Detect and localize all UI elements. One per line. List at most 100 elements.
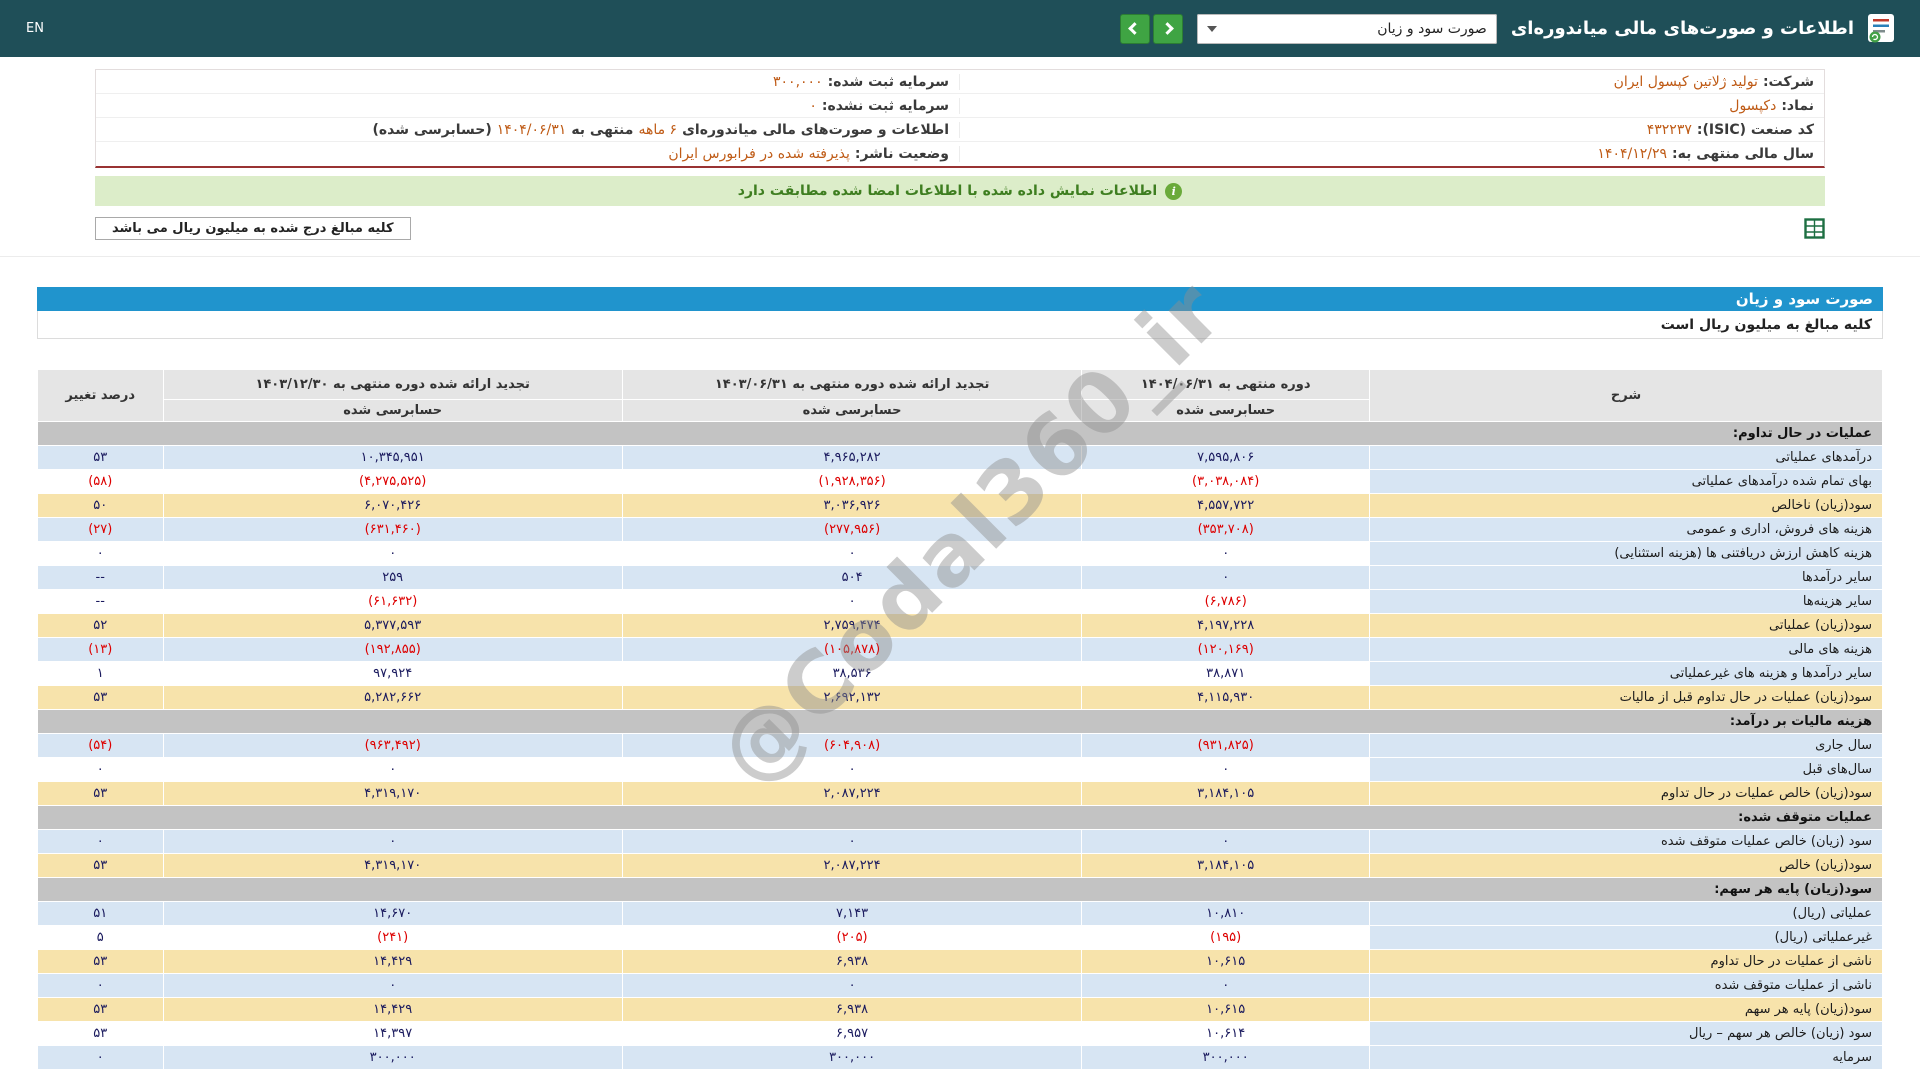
value-change-percent: -- xyxy=(37,589,164,614)
value-period-prior: (۲۰۵) xyxy=(621,925,1083,950)
previous-statement-button[interactable] xyxy=(1119,13,1150,44)
section-label: عملیات متوقف شده: xyxy=(37,805,1883,830)
value-period-current: ۱۰,۶۱۴ xyxy=(1081,1021,1371,1046)
statement-row: سایر درآمدها و هزینه های غیرعملیاتی ۳۸,۸۷… xyxy=(37,661,1883,686)
value-period-annual: ۳۰۰,۰۰۰ xyxy=(162,1045,623,1070)
info-value: ۰ xyxy=(809,97,817,114)
value-period-current: ۰ xyxy=(1081,757,1371,782)
value-period-annual: (۲۴۱) xyxy=(162,925,623,950)
statement-row: ناشی از عملیات متوقف شده ۰ ۰ ۰ ۰ xyxy=(37,973,1883,998)
value-period-current: ۱۰,۶۱۵ xyxy=(1081,949,1371,974)
row-label: سایر درآمدها و هزینه های غیرعملیاتی xyxy=(1369,661,1883,686)
statement-table-body: عملیات در حال تداوم: درآمدهای عملیاتی ۷,۵۹… xyxy=(37,421,1883,1070)
value-change-percent: ۵۳ xyxy=(37,1021,164,1046)
value-period-annual: ۵,۲۸۲,۶۶۲ xyxy=(162,685,623,710)
company-info-left-cell: سرمایه ثبت شده: ۳۰۰,۰۰۰ xyxy=(96,73,960,90)
info-label: سرمایه ثبت شده: xyxy=(827,73,949,90)
company-info-section: شرکت: تولید ژلاتین کپسول ایران سرمایه ثبت … xyxy=(95,69,1825,168)
value-change-percent: ۱ xyxy=(37,661,164,686)
info-label: سرمایه ثبت نشده: xyxy=(821,97,949,114)
row-label: هزینه کاهش ارزش دریافتنی ها (هزینه استثن… xyxy=(1369,541,1883,566)
row-label: سایر هزینه‌ها xyxy=(1369,589,1883,614)
value-period-annual: ۶,۰۷۰,۴۲۶ xyxy=(162,493,623,518)
row-label: سود(زیان) عملیات در حال تداوم قبل از مال… xyxy=(1369,685,1883,710)
value-change-percent: ۵۳ xyxy=(37,781,164,806)
excel-export-icon xyxy=(1804,217,1825,239)
value-period-current: ۰ xyxy=(1081,829,1371,854)
statement-title-bar: صورت سود و زیان xyxy=(37,287,1883,311)
company-info-row: شرکت: تولید ژلاتین کپسول ایران سرمایه ثبت … xyxy=(96,70,1824,94)
value-period-current: (۳,۰۳۸,۰۸۴) xyxy=(1081,469,1371,494)
info-value: تولید ژلاتین کپسول ایران xyxy=(1613,73,1758,90)
info-value: ۱۴۰۴/۰۶/۳۱ xyxy=(496,121,567,138)
header-left-group: EN xyxy=(26,21,44,36)
statement-row: سود (زیان) خالص هر سهم – ریال ۱۰,۶۱۴ ۶,۹۵۷… xyxy=(37,1021,1883,1046)
value-period-annual: ۱۴,۳۹۷ xyxy=(162,1021,623,1046)
value-change-percent: ۵۲ xyxy=(37,613,164,638)
header-audited-current: حسابرسی شده xyxy=(1081,399,1371,422)
statement-row: بهای تمام شده درآمدهای عملیاتی (۳,۰۳۸,۰۸۴… xyxy=(37,469,1883,494)
header-period-prior: تجدید ارائه شده دوره منتهی به ۱۴۰۳/۰۶/۳۱ xyxy=(621,369,1083,400)
value-period-annual: (۶۳۱,۴۶۰) xyxy=(162,517,623,542)
section-label: سود(زیان) پایه هر سهم: xyxy=(37,877,1883,902)
statement-row: سود (زیان) خالص عملیات متوقف شده ۰ ۰ ۰ ۰ xyxy=(37,829,1883,854)
value-period-current: ۰ xyxy=(1081,565,1371,590)
info-value: ۱۴۰۴/۱۲/۲۹ xyxy=(1597,146,1667,162)
income-statement-section: صورت سود و زیان کلیه مبالغ به میلیون ریا… xyxy=(37,262,1883,1070)
signed-data-banner-text: اطلاعات نمایش داده شده با اطلاعات امضا ش… xyxy=(737,183,1158,199)
value-period-current: (۹۳۱,۸۲۵) xyxy=(1081,733,1371,758)
row-label: ناشی از عملیات در حال تداوم xyxy=(1369,949,1883,974)
value-period-prior: ۶,۹۵۷ xyxy=(621,1021,1083,1046)
value-change-percent: ۵ xyxy=(37,925,164,950)
chevron-down-icon xyxy=(1206,25,1217,32)
company-info-right-cell: سال مالی منتهی به: ۱۴۰۴/۱۲/۲۹ xyxy=(960,146,1824,162)
statement-row: ناشی از عملیات در حال تداوم ۱۰,۶۱۵ ۶,۹۳۸ ۱۴… xyxy=(37,949,1883,974)
row-label: هزینه های فروش، اداری و عمومی xyxy=(1369,517,1883,542)
value-period-current: ۰ xyxy=(1081,541,1371,566)
value-period-current: (۳۵۳,۷۰۸) xyxy=(1081,517,1371,542)
info-label: (حسابرسی شده) xyxy=(372,121,492,138)
value-period-prior: ۲,۶۹۲,۱۳۲ xyxy=(621,685,1083,710)
language-toggle-en[interactable]: EN xyxy=(26,21,44,36)
value-period-current: ۳۸,۸۷۱ xyxy=(1081,661,1371,686)
income-statement-table: شرح دوره منتهی به ۱۴۰۴/۰۶/۳۱ تجدید ارائه… xyxy=(37,369,1883,1070)
value-period-prior: ۵۰۴ xyxy=(621,565,1083,590)
value-period-prior: ۰ xyxy=(621,973,1083,998)
header-audited-annual: حسابرسی شده xyxy=(162,399,623,422)
row-label: سود(زیان) خالص xyxy=(1369,853,1883,878)
value-period-current: (۱۲۰,۱۶۹) xyxy=(1081,637,1371,662)
value-period-annual: ۵,۳۷۷,۵۹۳ xyxy=(162,613,623,638)
next-statement-button[interactable] xyxy=(1152,13,1183,44)
statement-nav-buttons xyxy=(1119,13,1183,44)
company-info-right-cell: نماد: دکپسول xyxy=(960,98,1824,114)
statement-row: سود(زیان) عملیات در حال تداوم قبل از مال… xyxy=(37,685,1883,710)
value-period-current: ۳,۱۸۴,۱۰۵ xyxy=(1081,853,1371,878)
value-period-annual: ۱۴,۴۲۹ xyxy=(162,997,623,1022)
value-period-prior: ۷,۱۴۳ xyxy=(621,901,1083,926)
row-label: ناشی از عملیات متوقف شده xyxy=(1369,973,1883,998)
value-period-current: ۰ xyxy=(1081,973,1371,998)
report-icon xyxy=(1868,13,1894,44)
value-period-prior: (۱,۹۲۸,۳۵۶) xyxy=(621,469,1083,494)
section-row: عملیات در حال تداوم: xyxy=(37,421,1883,446)
statement-row: سال‌های قبل ۰ ۰ ۰ ۰ xyxy=(37,757,1883,782)
value-period-current: ۷,۵۹۵,۸۰۶ xyxy=(1081,445,1371,470)
header-right-group: اطلاعات و صورت‌های مالی میاندوره‌ای صورت… xyxy=(1119,13,1894,44)
excel-export-button[interactable] xyxy=(1804,217,1825,239)
company-info-left-cell: سرمایه ثبت نشده: ۰ xyxy=(96,97,960,114)
statement-row: درآمدهای عملیاتی ۷,۵۹۵,۸۰۶ ۴,۹۶۵,۲۸۲ ۱۰,۳۴۵… xyxy=(37,445,1883,470)
row-label: سود (زیان) خالص هر سهم – ریال xyxy=(1369,1021,1883,1046)
amounts-unit-note: کلیه مبالغ درج شده به میلیون ریال می باش… xyxy=(95,216,411,240)
statement-row: سایر درآمدها ۰ ۵۰۴ ۲۵۹ -- xyxy=(37,565,1883,590)
info-label: اطلاعات و صورت‌های مالی میاندوره‌ای xyxy=(682,121,949,138)
info-label: نماد: xyxy=(1781,97,1814,114)
page-title: اطلاعات و صورت‌های مالی میاندوره‌ای xyxy=(1510,18,1854,39)
value-change-percent: ۰ xyxy=(37,973,164,998)
value-period-annual: ۱۰,۳۴۵,۹۵۱ xyxy=(162,445,623,470)
info-label: سال مالی منتهی به: xyxy=(1672,146,1814,162)
row-label: سود (زیان) خالص عملیات متوقف شده xyxy=(1369,829,1883,854)
section-row: عملیات متوقف شده: xyxy=(37,805,1883,830)
section-row: هزینه مالیات بر درآمد: xyxy=(37,709,1883,734)
statement-type-select[interactable]: صورت سود و زیان xyxy=(1196,13,1497,44)
section-label: هزینه مالیات بر درآمد: xyxy=(37,709,1883,734)
